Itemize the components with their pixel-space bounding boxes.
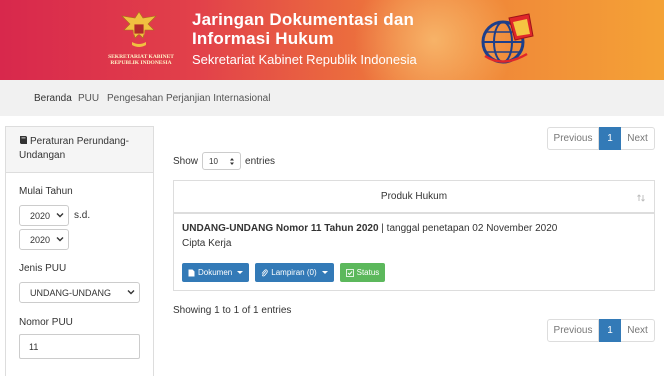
check-square-icon [345, 268, 354, 277]
year-from-value: 2020 [30, 210, 51, 221]
jenis-puu-select[interactable]: UNDANG-UNDANG [19, 282, 140, 303]
previous-button[interactable]: Previous [547, 319, 599, 342]
banner-title-line1: Jaringan Dokumentasi dan [192, 10, 415, 29]
table-header[interactable]: Produk Hukum [174, 181, 654, 214]
banner-subtitle: Sekretariat Kabinet Republik Indonesia [192, 52, 417, 67]
caret-down-icon [321, 271, 328, 274]
banner-title: Jaringan Dokumentasi dan Informasi Hukum [192, 10, 414, 48]
lampiran-label: Lampiran (0) [271, 268, 317, 277]
column-header-produk-hukum: Produk Hukum [380, 191, 448, 202]
regulation-subject: Cipta Kerja [182, 238, 232, 249]
next-button[interactable]: Next [621, 319, 655, 342]
year-to-select[interactable]: 2020 [19, 229, 69, 250]
nav-bar: Beranda PUU Pengesahan Perjanjian Intern… [0, 80, 664, 116]
year-to-value: 2020 [30, 234, 51, 245]
chevron-down-icon [56, 237, 64, 242]
jenis-puu-label: Jenis PUU [19, 263, 67, 274]
dokumen-dropdown-button[interactable]: Dokumen [182, 263, 250, 282]
sd-label: s.d. [74, 210, 91, 221]
entries-length-value: 10 [209, 156, 218, 166]
dokumen-label: Dokumen [198, 268, 233, 277]
sidebar-heading: Peraturan Perundang-Undangan [6, 127, 153, 173]
page-1-button[interactable]: 1 [599, 127, 621, 150]
previous-button[interactable]: Previous [547, 127, 599, 150]
file-icon [188, 269, 195, 276]
nav-item-beranda[interactable]: Beranda [34, 93, 72, 104]
year-from-label: Mulai Tahun [19, 186, 73, 197]
year-from-select[interactable]: 2020 [19, 205, 69, 226]
sort-updown-icon [230, 158, 235, 165]
next-button[interactable]: Next [621, 127, 655, 150]
page-1-button[interactable]: 1 [599, 319, 621, 342]
sidebar-heading-text: Peraturan Perundang-Undangan [19, 136, 129, 161]
nomor-puu-label: Nomor PUU [19, 317, 73, 328]
chevron-down-icon [127, 290, 135, 295]
status-label: Status [356, 268, 380, 277]
row-action-buttons: Dokumen Lampiran (0) Status [182, 263, 391, 282]
sort-icon [637, 194, 645, 202]
caret-down-icon [237, 271, 244, 274]
show-entries: Show 10 entries [173, 152, 275, 170]
entries-length-select[interactable]: 10 [202, 152, 242, 170]
pagination-bottom: Previous 1 Next [547, 319, 655, 342]
pagination-top: Previous 1 Next [547, 127, 655, 150]
nav-item-puu[interactable]: PUU [78, 93, 99, 104]
entries-label: entries [245, 155, 276, 167]
header-banner: SEKRETARIAT KABINET REPUBLIK INDONESIA J… [0, 0, 664, 80]
garuda-emblem-icon [121, 11, 157, 47]
results-table: Produk Hukum UNDANG-UNDANG Nomor 11 Tahu… [173, 180, 655, 291]
chevron-down-icon [56, 213, 64, 218]
nomor-puu-input[interactable]: 11 [19, 334, 140, 359]
nav-item-pengesahan[interactable]: Pengesahan Perjanjian Internasional [107, 93, 270, 104]
emblem-caption-line2: REPUBLIK INDONESIA [110, 60, 172, 66]
status-button[interactable]: Status [339, 263, 386, 282]
jenis-puu-value: UNDANG-UNDANG [30, 287, 111, 298]
jdih-globe-logo-icon [481, 13, 534, 64]
lampiran-dropdown-button[interactable]: Lampiran (0) [255, 263, 334, 282]
paperclip-icon [261, 268, 268, 276]
emblem-caption: SEKRETARIAT KABINET REPUBLIK INDONESIA [96, 54, 186, 66]
table-row-title: UNDANG-UNDANG Nomor 11 Tahun 2020 | tang… [182, 223, 557, 234]
show-label: Show [173, 155, 199, 167]
book-icon [20, 136, 27, 144]
regulation-date: | tanggal penetapan 02 November 2020 [378, 223, 558, 234]
regulation-title-link[interactable]: UNDANG-UNDANG Nomor 11 Tahun 2020 [182, 223, 379, 234]
banner-title-line2: Informasi Hukum [192, 29, 334, 48]
table-info: Showing 1 to 1 of 1 entries [173, 305, 292, 316]
